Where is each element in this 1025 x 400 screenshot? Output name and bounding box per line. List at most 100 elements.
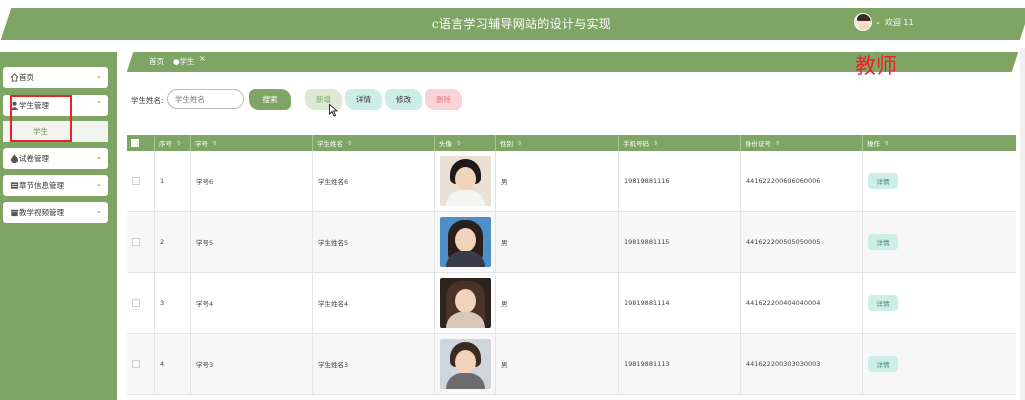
table-row[interactable]: 4 学号3 学生姓名3 男 19819881113 44162220030303… xyxy=(127,334,1016,395)
sort-icon[interactable]: ⇕ xyxy=(653,140,658,147)
header-cell[interactable]: 身份证号 ⇕ xyxy=(741,135,863,151)
header-label: 手机号码 xyxy=(623,140,649,148)
cell-phone: 19819881114 xyxy=(619,273,741,333)
student-photo xyxy=(440,156,491,206)
cell-avatar xyxy=(435,334,496,394)
top-header: c语言学习辅导网站的设计与实现 ⌄ 欢迎 11 xyxy=(0,0,1025,48)
chevron-down-icon: ⌄ xyxy=(96,180,102,188)
cell-name: 学生姓名6 xyxy=(313,151,435,211)
table-row[interactable]: 2 学号5 学生姓名5 男 19819881115 44162220050505… xyxy=(127,212,1016,273)
row-select[interactable] xyxy=(127,151,155,211)
table-row[interactable]: 1 学号6 学生姓名6 男 19819881116 44162220060606… xyxy=(127,151,1016,212)
photo-face xyxy=(455,228,476,252)
header-cell[interactable]: 序号 ⇕ xyxy=(155,135,191,151)
photo-face xyxy=(455,350,476,374)
row-select[interactable] xyxy=(127,334,155,394)
cell-phone: 19819881116 xyxy=(619,151,741,211)
cell-no: 4 xyxy=(155,334,191,394)
scrollbar[interactable] xyxy=(1020,48,1025,400)
cell-no: 1 xyxy=(155,151,191,211)
sort-icon[interactable]: ⇕ xyxy=(884,140,889,147)
row-select[interactable] xyxy=(127,212,155,272)
sidebar-item-chapters[interactable]: 章节信息管理 ⌄ xyxy=(3,175,108,196)
checkbox[interactable] xyxy=(132,177,140,185)
header-label: 身份证号 xyxy=(745,140,771,148)
cell-id: 学号3 xyxy=(191,334,313,394)
user-menu[interactable]: ⌄ 欢迎 11 xyxy=(854,13,914,31)
cell-avatar xyxy=(435,273,496,333)
cell-op: 详情 xyxy=(863,334,1016,394)
sidebar-item-exams[interactable]: 试卷管理 ⌄ xyxy=(3,148,108,169)
sort-icon[interactable]: ⇕ xyxy=(176,140,181,147)
chevron-down-icon[interactable]: ⌄ xyxy=(875,18,881,26)
welcome-text: 欢迎 11 xyxy=(884,17,914,27)
sidebar-item-label: 首页 xyxy=(19,73,34,82)
row-detail-button[interactable]: 详情 xyxy=(868,295,898,311)
search-input[interactable] xyxy=(167,89,244,109)
header-label: 学号 xyxy=(195,140,208,148)
cell-idcard: 441622200404040004 xyxy=(741,273,863,333)
edit-button[interactable]: 修改 xyxy=(385,89,422,110)
student-photo xyxy=(440,339,491,389)
breadcrumb-home[interactable]: 首页 xyxy=(149,56,164,67)
card-icon xyxy=(10,182,19,189)
chevron-down-icon: ⌄ xyxy=(96,72,102,80)
cell-idcard: 441622200606060006 xyxy=(741,151,863,211)
box-icon xyxy=(10,209,19,217)
row-detail-button[interactable]: 详情 xyxy=(868,356,898,372)
sidebar-item-label: 教学视频管理 xyxy=(19,208,64,217)
header-cell[interactable]: 头像 ⇕ xyxy=(435,135,496,151)
header-label: 序号 xyxy=(159,140,172,148)
cell-gender: 男 xyxy=(496,212,619,272)
checkbox[interactable] xyxy=(132,238,140,246)
header-cell[interactable]: 手机号码 ⇕ xyxy=(619,135,741,151)
table-body: 1 学号6 学生姓名6 男 19819881116 44162220060606… xyxy=(127,151,1016,395)
header-cell[interactable]: 学号 ⇕ xyxy=(191,135,313,151)
checkbox[interactable] xyxy=(131,139,139,147)
header-cell[interactable]: 性别 ⇕ xyxy=(496,135,619,151)
photo-face xyxy=(455,167,476,191)
cell-idcard: 441622200505050005 xyxy=(741,212,863,272)
sort-icon[interactable]: ⇕ xyxy=(212,140,217,147)
table-header: 序号 ⇕ 学号 ⇕ 学生姓名 ⇕ 头像 ⇕ 性别 ⇕ 手机号码 ⇕ 身份证号 ⇕ 操作 ⇕ xyxy=(127,135,1016,151)
cell-name: 学生姓名5 xyxy=(313,212,435,272)
cell-avatar xyxy=(435,151,496,211)
cell-no: 3 xyxy=(155,273,191,333)
sidebar-item-label: 章节信息管理 xyxy=(19,181,64,190)
sort-icon[interactable]: ⇕ xyxy=(775,140,780,147)
cell-gender: 男 xyxy=(496,334,619,394)
cell-id: 学号6 xyxy=(191,151,313,211)
sort-icon[interactable]: ⇕ xyxy=(517,140,522,147)
sidebar-item-home[interactable]: 首页 ⌄ xyxy=(3,67,108,88)
row-select[interactable] xyxy=(127,273,155,333)
cell-gender: 男 xyxy=(496,151,619,211)
mouse-cursor-icon xyxy=(329,104,338,117)
row-detail-button[interactable]: 详情 xyxy=(868,173,898,189)
breadcrumb-current[interactable]: ●学生 xyxy=(173,56,195,67)
cell-op: 详情 xyxy=(863,212,1016,272)
header-select-all[interactable] xyxy=(127,135,155,151)
student-photo xyxy=(440,217,491,267)
delete-button[interactable]: 删除 xyxy=(425,89,462,110)
checkbox[interactable] xyxy=(132,360,140,368)
header-label: 操作 xyxy=(867,140,880,148)
header-cell[interactable]: 操作 ⇕ xyxy=(863,135,1016,151)
search-button[interactable]: 搜索 xyxy=(249,89,291,110)
avatar[interactable] xyxy=(854,13,872,31)
detail-button[interactable]: 详情 xyxy=(345,89,382,110)
sort-icon[interactable]: ⇕ xyxy=(456,140,461,147)
row-detail-button[interactable]: 详情 xyxy=(868,234,898,250)
close-icon[interactable]: × xyxy=(199,54,206,63)
highlight-box xyxy=(10,95,72,142)
sidebar-item-videos[interactable]: 教学视频管理 ⌄ xyxy=(3,202,108,223)
cell-idcard: 441622200303030003 xyxy=(741,334,863,394)
table-row[interactable]: 3 学号4 学生姓名4 男 19819881114 44162220040404… xyxy=(127,273,1016,334)
cell-name: 学生姓名3 xyxy=(313,334,435,394)
header-cell[interactable]: 学生姓名 ⇕ xyxy=(313,135,435,151)
cell-op: 详情 xyxy=(863,151,1016,211)
sort-icon[interactable]: ⇕ xyxy=(347,140,352,147)
drop-icon xyxy=(10,154,19,163)
checkbox[interactable] xyxy=(132,299,140,307)
chevron-down-icon: ⌄ xyxy=(96,207,102,215)
photo-body xyxy=(446,373,485,389)
